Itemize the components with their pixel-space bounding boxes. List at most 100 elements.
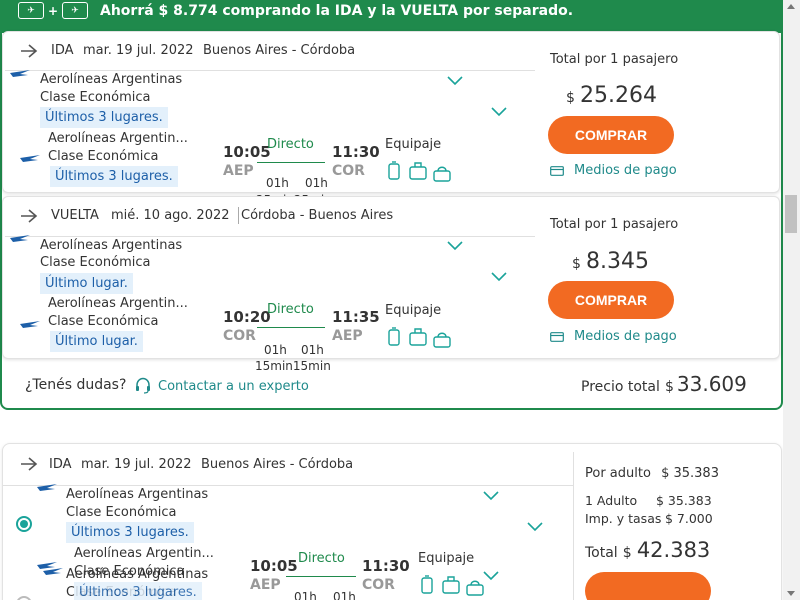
scroll-up-arrow-icon[interactable] (787, 4, 795, 9)
total-per-passenger-label: Total por 1 pasajero (550, 52, 679, 67)
vuelta-leg-card: VUELTA mié. 10 ago. 2022 Córdoba - Bueno… (2, 196, 780, 359)
leg-date: mié. 10 ago. 2022 (111, 208, 230, 223)
flight-line (257, 162, 325, 163)
seats-badge: Últimos 3 lugares. (74, 582, 202, 600)
buy-button[interactable]: COMPRAR (548, 281, 674, 319)
airline-logo-icon (10, 235, 30, 242)
arrow-right-icon (21, 209, 38, 223)
grand-total-label: Precio total (581, 379, 660, 395)
per-adult-value: $ 35.383 (661, 466, 719, 481)
seats-badge: Último lugar. (50, 331, 143, 352)
chevron-down-icon[interactable] (491, 272, 507, 282)
airline-logo-icon (20, 155, 40, 162)
plus-icon: + (48, 3, 59, 18)
airline-name: Aerolíneas Argentinas (66, 567, 209, 582)
airline-name: Aerolíneas Argentinas (40, 238, 183, 253)
divider (5, 236, 535, 237)
duration-minutes: 15min15min (255, 359, 331, 373)
arrive-time: 11:35 (332, 308, 380, 326)
airline-logo-icon (10, 70, 30, 77)
arrow-right-icon (21, 457, 38, 471)
per-adult-row: Por adulto $ 35.383 (585, 466, 719, 481)
baggage-label: Equipaje (385, 137, 442, 152)
stops-label: Directo (298, 551, 345, 566)
currency: $ (664, 379, 674, 395)
flight-line (286, 576, 356, 577)
buy-button[interactable] (585, 572, 711, 600)
option-radio-selected[interactable] (16, 516, 32, 532)
ticket-icon: ✈ (18, 2, 44, 19)
depart-airport: AEP (250, 577, 281, 593)
scroll-down-arrow-icon[interactable] (787, 591, 795, 596)
savings-banner: ✈ + ✈ Ahorrá $ 8.774 comprando la IDA y … (2, 0, 781, 33)
grand-total-value: 33.609 (676, 372, 747, 396)
checked-bag-icon (442, 576, 460, 594)
contact-expert-link[interactable]: Contactar a un experto (158, 379, 309, 394)
depart-time: 10:05 (250, 557, 298, 575)
chevron-down-icon[interactable] (483, 491, 499, 501)
adults-value: $ 35.383 (656, 493, 712, 508)
divider (3, 485, 573, 486)
stops-label: Directo (267, 137, 314, 152)
arrive-airport: COR (362, 577, 395, 593)
fare-class: Clase Económica (48, 149, 159, 164)
seats-badge: Últimos 3 lugares. (50, 166, 178, 187)
price-value: 25.264 (580, 83, 657, 108)
scrollbar-thumb[interactable] (785, 195, 797, 233)
total-label: Total (585, 545, 618, 561)
chevron-down-icon[interactable] (447, 241, 463, 251)
currency: $ (622, 545, 632, 561)
leg-route: Buenos Aires - Córdoba (203, 43, 356, 58)
chevron-down-icon[interactable] (527, 522, 543, 532)
depart-airport: AEP (223, 163, 254, 179)
airline-name: Aerolíneas Argentinas (66, 487, 209, 502)
personal-item-icon (433, 332, 451, 348)
scrollbar-track[interactable] (783, 0, 800, 600)
seats-badge: Últimos 3 lugares. (40, 107, 168, 128)
baggage-label: Equipaje (418, 551, 475, 566)
duration-hours: 01h (266, 176, 289, 190)
airline-name: Aerolíneas Argentin... (74, 546, 214, 561)
duration-hours: 01h (264, 343, 287, 357)
airline-logo-icon (43, 568, 63, 575)
ticket-icon: ✈ (62, 2, 89, 19)
payment-methods-link[interactable]: Medios de pago (574, 163, 677, 178)
airline-name: Aerolíneas Argentinas (40, 72, 183, 87)
leg-type: IDA (51, 43, 74, 58)
leg-route: Buenos Aires - Córdoba (201, 457, 354, 472)
option-radio[interactable] (16, 596, 32, 600)
payment-methods-link[interactable]: Medios de pago (574, 329, 677, 344)
personal-item-icon (433, 166, 451, 182)
fare-class: Clase Económica (40, 255, 151, 270)
carry-on-icon (421, 575, 433, 594)
price-separator (573, 452, 574, 600)
currency: $ (566, 90, 575, 106)
seats-badge: Últimos 3 lugares. (66, 522, 194, 543)
depart-time: 10:05 (223, 143, 271, 161)
banner-icons: ✈ + ✈ (18, 2, 89, 19)
total-value: 42.383 (636, 538, 711, 562)
fare-class: Clase Económica (40, 90, 151, 105)
checked-bag-icon (409, 328, 427, 346)
airline-name: Aerolíneas Argentin... (48, 131, 188, 146)
seats-badge: Último lugar. (40, 273, 133, 294)
duration-hours: 01h (301, 343, 324, 357)
chevron-down-icon[interactable] (483, 571, 499, 581)
chevron-down-icon[interactable] (491, 107, 507, 117)
fare-class: Clase Económica (48, 314, 159, 329)
price: $ 25.264 (566, 83, 657, 108)
result-card: IDA mar. 19 jul. 2022 Buenos Aires - Cór… (2, 443, 782, 600)
help-text: ¿Tenés dudas? (25, 377, 127, 393)
duration-hours: 01h (294, 590, 317, 600)
total-per-passenger-label: Total por 1 pasajero (550, 217, 679, 232)
currency: $ (572, 256, 581, 272)
duration-hours: 01h (305, 176, 328, 190)
per-adult-label: Por adulto (585, 466, 651, 481)
buy-button[interactable]: COMPRAR (548, 116, 674, 154)
duration-hours: 01h (333, 590, 356, 600)
adults-label: 1 Adulto (585, 493, 638, 508)
chevron-down-icon[interactable] (447, 76, 463, 86)
taxes-label: Imp. y tasas (585, 511, 662, 526)
leg-date: mar. 19 jul. 2022 (81, 457, 192, 472)
airline-logo-icon (20, 321, 40, 328)
